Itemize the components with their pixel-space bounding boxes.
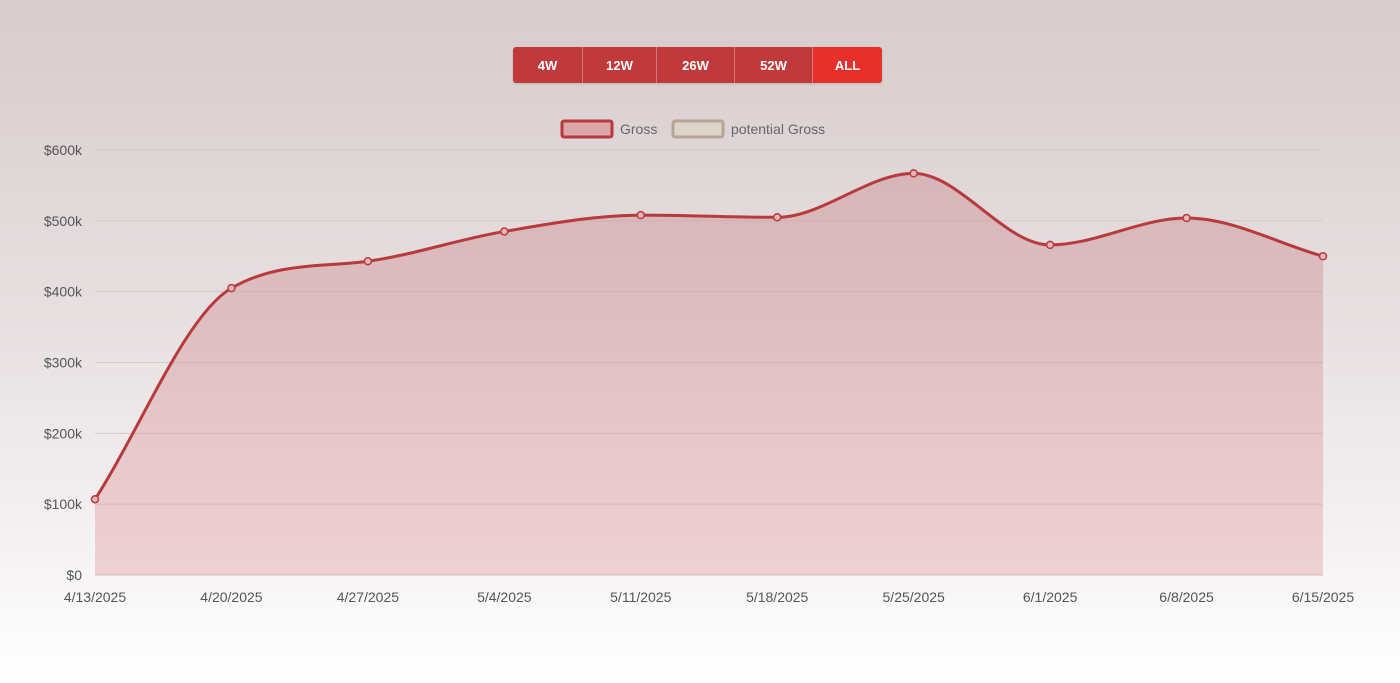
- x-tick-label: 4/27/2025: [337, 589, 399, 605]
- legend-item-potential-gross[interactable]: potential Gross: [671, 119, 825, 139]
- x-axis-ticks: 4/13/2025 4/20/2025 4/27/2025 5/4/2025 5/11/…: [64, 589, 1354, 605]
- gross-area-chart: Gross potential Gross $0$100k$200k$300k$…: [44, 119, 1354, 605]
- y-tick-label: $600k: [44, 142, 83, 158]
- gross-data-point[interactable]: [90, 494, 100, 504]
- x-tick-label: 5/11/2025: [610, 589, 671, 605]
- gross-data-point[interactable]: [1182, 213, 1191, 223]
- y-tick-label: $300k: [44, 355, 83, 371]
- legend-swatch-gross: [560, 119, 614, 139]
- y-tick-label: $200k: [44, 425, 83, 441]
- legend-item-gross[interactable]: Gross: [560, 119, 657, 139]
- gross-data-point[interactable]: [500, 227, 509, 236]
- gross-data-point[interactable]: [909, 169, 918, 178]
- x-tick-label: 5/18/2025: [746, 589, 808, 605]
- gross-data-point[interactable]: [636, 210, 646, 220]
- gross-data-point[interactable]: [363, 256, 373, 266]
- y-axis-ticks: $0 $100k $200k $300k $400k $500k $600k: [44, 142, 83, 583]
- x-tick-label: 4/20/2025: [200, 589, 262, 605]
- x-tick-label: 6/8/2025: [1159, 589, 1214, 605]
- gross-area-fill: [95, 173, 1323, 575]
- x-tick-label: 4/13/2025: [64, 589, 126, 605]
- gross-data-point[interactable]: [772, 213, 782, 222]
- x-tick-label: 5/4/2025: [477, 589, 532, 605]
- gross-data-point[interactable]: [1045, 240, 1055, 250]
- y-tick-label: $100k: [44, 496, 83, 512]
- chart-legend: Gross potential Gross: [560, 119, 825, 139]
- x-tick-label: 5/25/2025: [883, 589, 945, 605]
- y-tick-label: $500k: [44, 213, 83, 229]
- gross-data-point[interactable]: [227, 283, 236, 293]
- legend-swatch-potential-gross: [671, 119, 725, 139]
- x-tick-label: 6/1/2025: [1023, 589, 1078, 605]
- legend-label-potential-gross: potential Gross: [731, 121, 825, 137]
- y-tick-label: $400k: [44, 284, 83, 300]
- legend-label-gross: Gross: [620, 121, 657, 137]
- gross-area: [93, 171, 1325, 575]
- gross-data-point[interactable]: [1318, 252, 1328, 261]
- y-tick-label: $0: [66, 567, 82, 583]
- x-tick-label: 6/15/2025: [1292, 589, 1354, 605]
